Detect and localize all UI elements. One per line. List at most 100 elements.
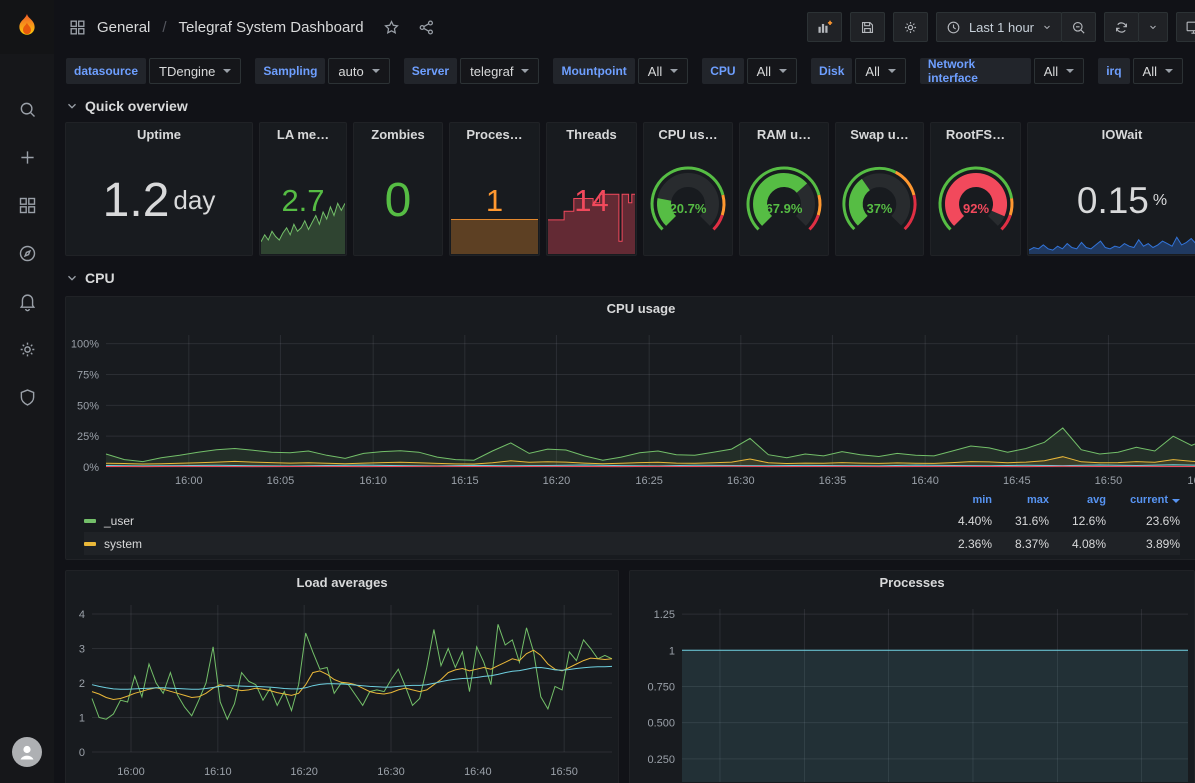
variable-label[interactable]: Server	[404, 58, 457, 84]
refresh-button[interactable]	[1104, 12, 1139, 42]
variable-value-dropdown[interactable]: All	[1034, 58, 1084, 84]
legend-value: 23.6%	[1106, 514, 1180, 528]
sidebar-nav	[8, 92, 46, 737]
variable-label[interactable]: Network interface	[920, 58, 1031, 84]
legend-series-label[interactable]: system	[104, 537, 142, 551]
user-avatar[interactable]	[12, 737, 42, 767]
stat-panel-title[interactable]: Proces…	[450, 123, 539, 147]
svg-text:16:10: 16:10	[359, 475, 387, 487]
stat-value: 0.15%	[1029, 147, 1195, 254]
variable-value-dropdown[interactable]: TDengine	[149, 58, 241, 84]
variable-label[interactable]: Mountpoint	[553, 58, 634, 84]
svg-text:3: 3	[79, 643, 85, 655]
stat-panel-title[interactable]: Uptime	[66, 123, 252, 147]
legend-value: 4.40%	[935, 514, 992, 528]
legend-value: 12.6%	[1049, 514, 1106, 528]
legend-series-label[interactable]: softirq	[104, 560, 137, 561]
share-icon[interactable]	[417, 18, 436, 37]
person-icon	[15, 740, 39, 764]
svg-text:50%: 50%	[77, 400, 99, 412]
variable-value-dropdown[interactable]: All	[638, 58, 688, 84]
variable-label[interactable]: CPU	[702, 58, 743, 84]
stat-body: 20.7%	[645, 147, 731, 254]
svg-text:2: 2	[79, 678, 85, 690]
breadcrumb-folder[interactable]: General	[97, 19, 150, 36]
stat-panel-title[interactable]: Zombies	[354, 123, 442, 147]
section-cpu[interactable]: CPU	[65, 264, 1195, 292]
variable-network-interface: Network interfaceAll	[920, 58, 1084, 84]
caret-down-icon	[372, 69, 380, 73]
clock-icon	[945, 19, 962, 36]
load-averages-chart[interactable]: 16:0016:1016:2016:3016:4016:5043210	[66, 595, 618, 782]
stat-panel-title[interactable]: Threads	[547, 123, 636, 147]
panel-title[interactable]: Load averages	[66, 571, 618, 595]
refresh-interval-dropdown[interactable]	[1138, 12, 1168, 42]
grafana-logo[interactable]	[0, 0, 54, 54]
zoom-out-button[interactable]	[1061, 12, 1096, 42]
stat-panel-title[interactable]: Swap u…	[836, 123, 923, 147]
variable-value-dropdown[interactable]: All	[855, 58, 905, 84]
stat-panel-title[interactable]: LA me…	[260, 123, 346, 147]
variable-label[interactable]: datasource	[66, 58, 146, 84]
stat-panel-title[interactable]: CPU us…	[644, 123, 732, 147]
legend-col-min[interactable]: min	[935, 494, 992, 506]
legend-col-current[interactable]: current	[1106, 494, 1180, 506]
alerting-bell-icon[interactable]	[8, 284, 46, 318]
dashboards-icon[interactable]	[8, 188, 46, 222]
legend-value: 31.6%	[992, 514, 1049, 528]
gauge: 37%	[837, 147, 922, 254]
svg-text:16:30: 16:30	[377, 766, 405, 778]
stat-panel-title[interactable]: RootFS…	[931, 123, 1020, 147]
sort-caret-icon	[1172, 499, 1180, 503]
variable-cpu: CPUAll	[702, 58, 797, 84]
cpu-usage-chart[interactable]: 16:0016:0516:1016:1516:2016:2516:3016:35…	[66, 321, 1195, 491]
legend-col-avg[interactable]: avg	[1049, 494, 1106, 506]
svg-text:67.9%: 67.9%	[766, 201, 803, 216]
admin-shield-icon[interactable]	[8, 380, 46, 414]
explore-compass-icon[interactable]	[8, 236, 46, 270]
stat-body: 0	[355, 147, 441, 254]
section-quick-overview[interactable]: Quick overview	[65, 92, 1195, 120]
svg-text:0.500: 0.500	[648, 718, 676, 730]
variable-label[interactable]: Sampling	[255, 58, 325, 84]
stat-panel-title[interactable]: IOWait	[1028, 123, 1195, 147]
legend-series-label[interactable]: _user	[104, 514, 134, 528]
svg-text:16:30: 16:30	[727, 475, 755, 487]
svg-text:20.7%: 20.7%	[670, 201, 707, 216]
variable-sampling: Samplingauto	[255, 58, 389, 84]
legend-value: 4.08%	[1049, 537, 1106, 551]
svg-text:16:00: 16:00	[117, 766, 145, 778]
breadcrumb-title[interactable]: Telegraf System Dashboard	[179, 19, 364, 36]
add-panel-button[interactable]	[807, 12, 842, 42]
variable-label[interactable]: Disk	[811, 58, 852, 84]
variable-value-dropdown[interactable]: All	[1133, 58, 1183, 84]
variable-value-dropdown[interactable]: auto	[328, 58, 389, 84]
svg-text:16:10: 16:10	[204, 766, 232, 778]
variable-value-dropdown[interactable]: All	[747, 58, 797, 84]
time-picker-button[interactable]: Last 1 hour	[936, 12, 1062, 42]
stat-panel-title[interactable]: RAM u…	[740, 123, 828, 147]
gauge-arc: 37%	[837, 155, 922, 247]
dashboard-settings-button[interactable]	[893, 12, 928, 42]
panel-title[interactable]: CPU usage	[66, 297, 1195, 321]
star-icon[interactable]	[382, 18, 401, 37]
legend-header: minmaxavgcurrent	[84, 491, 1180, 509]
svg-text:16:00: 16:00	[175, 475, 203, 487]
settings-gear-icon[interactable]	[8, 332, 46, 366]
panel-title[interactable]: Processes	[630, 571, 1194, 595]
plus-icon[interactable]	[8, 140, 46, 174]
dashboard: Quick overview Uptime1.2dayLA me…2.7Zomb…	[54, 92, 1195, 783]
kiosk-mode-button[interactable]	[1176, 12, 1195, 42]
variable-value-dropdown[interactable]: telegraf	[460, 58, 539, 84]
save-dashboard-button[interactable]	[850, 12, 885, 42]
legend-value: 1.24%	[1106, 560, 1180, 561]
stats-row: Uptime1.2dayLA me…2.7Zombies0Proces…1Thr…	[65, 122, 1195, 256]
stat-panel-cpuus: CPU us… 20.7%	[643, 122, 733, 256]
svg-text:16:50: 16:50	[550, 766, 578, 778]
processes-chart[interactable]: 1.2510.7500.5000.250	[630, 595, 1194, 782]
legend-col-max[interactable]: max	[992, 494, 1049, 506]
variable-label[interactable]: irq	[1098, 58, 1129, 84]
sidebar	[0, 0, 54, 783]
search-icon[interactable]	[8, 92, 46, 126]
svg-text:16:35: 16:35	[819, 475, 847, 487]
